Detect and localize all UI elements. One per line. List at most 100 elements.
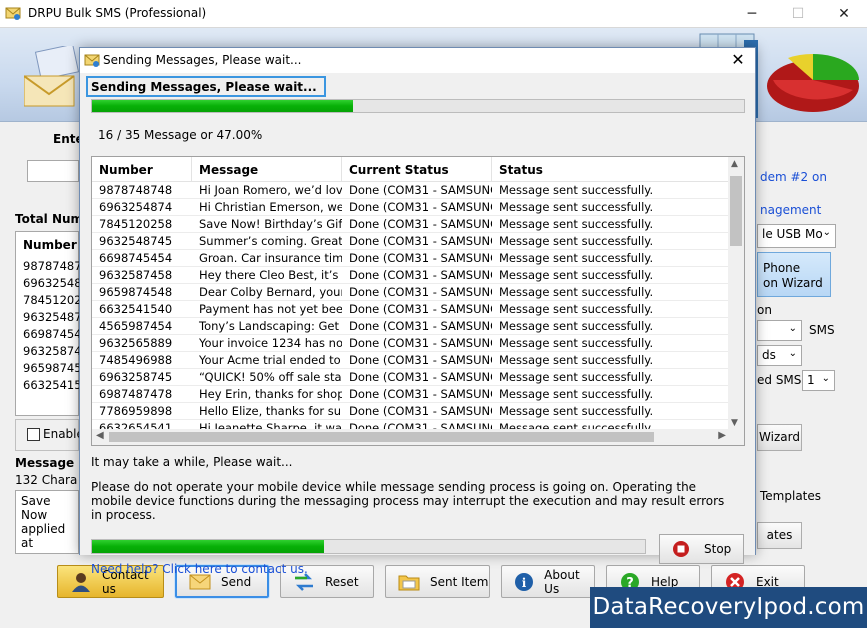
table-row[interactable]: 6963258745 “QUICK! 50% off sale sta Done (…: [92, 369, 730, 386]
cell-number: 9632565889: [99, 336, 173, 350]
list-item: 78451202: [23, 293, 82, 307]
table-header: Number Message Current Status Status: [92, 157, 730, 182]
maximize-button[interactable]: ☐: [775, 0, 821, 28]
cell-message: Dear Colby Bernard, your: [199, 285, 342, 299]
cell-current-status: Done (COM31 - SAMSUNG: [349, 183, 492, 197]
watermark-banner: DataRecoveryIpod.com: [590, 587, 867, 628]
cell-message: Hi Joan Romero, we’d love: [199, 183, 342, 197]
cell-status: Message sent successfully.: [499, 353, 654, 367]
cell-status: Message sent successfully.: [499, 200, 654, 214]
cell-current-status: Done (COM31 - SAMSUNG: [349, 302, 492, 316]
about-us-button[interactable]: i About Us: [501, 565, 595, 598]
close-button[interactable]: ✕: [821, 0, 867, 28]
phone-wizard-button[interactable]: Phone on Wizard: [757, 252, 831, 297]
table-row[interactable]: 9632587458 Hey there Cleo Best, it’s Done …: [92, 267, 730, 284]
vertical-scroll-thumb[interactable]: [730, 176, 742, 246]
scroll-up-icon[interactable]: ▲: [731, 159, 738, 169]
numbers-list[interactable]: Number 98787487 69632548 78451202 963254…: [15, 231, 82, 416]
table-row[interactable]: 6963254874 Hi Christian Emerson, we Done (…: [92, 199, 730, 216]
cell-current-status: Done (COM31 - SAMSUNG: [349, 387, 492, 401]
cell-message: Tony’s Landscaping: Get: [199, 319, 340, 333]
cell-number: 4565987454: [99, 319, 173, 333]
svg-text:i: i: [522, 576, 527, 590]
minimize-button[interactable]: ─: [729, 0, 775, 28]
bottom-progress-fill: [92, 540, 325, 553]
message-preview-line: Save Now: [21, 494, 51, 522]
wait-text: It may take a while, Please wait...: [91, 455, 293, 469]
window-title: DRPU Bulk SMS (Professional): [28, 6, 207, 20]
table-row[interactable]: 6632541540 Payment has not yet been Done (…: [92, 301, 730, 318]
table-row[interactable]: 9878748748 Hi Joan Romero, we’d love Done …: [92, 182, 730, 199]
table-row[interactable]: 9659874548 Dear Colby Bernard, your Done (…: [92, 284, 730, 301]
table-row[interactable]: 4565987454 Tony’s Landscaping: Get Done (…: [92, 318, 730, 335]
cell-message: Payment has not yet been: [199, 302, 342, 316]
enable-checkbox[interactable]: [27, 428, 40, 441]
management-link[interactable]: nagement: [760, 203, 821, 217]
scroll-left-icon[interactable]: ◀: [96, 430, 104, 441]
cell-status: Message sent successfully.: [499, 302, 654, 316]
phone-wizard-label: on Wizard: [763, 276, 823, 290]
sms-select[interactable]: ⌄: [757, 320, 802, 341]
scroll-down-icon[interactable]: ▼: [731, 418, 738, 428]
table-row[interactable]: 7485496988 Your Acme trial ended to Done (…: [92, 352, 730, 369]
cell-status: Message sent successfully.: [499, 336, 654, 350]
sent-item-button[interactable]: Sent Item: [385, 565, 490, 598]
cell-status: Message sent successfully.: [499, 319, 654, 333]
help-contact-link[interactable]: Need help? Click here to contact us.: [91, 562, 308, 576]
column-current-status[interactable]: Current Status: [342, 157, 492, 181]
scroll-right-icon[interactable]: ▶: [718, 430, 726, 441]
cell-message: Hi Christian Emerson, we: [199, 200, 342, 214]
app-icon: [84, 54, 100, 67]
enable-group: Enable: [15, 419, 84, 451]
wizard-button[interactable]: Wizard: [757, 424, 802, 451]
stop-button[interactable]: Stop: [659, 534, 744, 564]
cell-current-status: Done (COM31 - SAMSUNG: [349, 404, 492, 418]
sms-count-select[interactable]: 1 ⌄: [802, 370, 835, 391]
list-item: 66987454: [23, 327, 82, 341]
cell-number: 6987487478: [99, 387, 173, 401]
table-row[interactable]: 9632565889 Your invoice 1234 has not Done …: [92, 335, 730, 352]
cell-status: Message sent successfully.: [499, 268, 654, 282]
messages-table[interactable]: Number Message Current Status Status 987…: [91, 156, 745, 446]
about-us-label: About Us: [544, 567, 580, 596]
list-item: 66325415: [23, 378, 82, 392]
message-textarea[interactable]: Save Now applied at: [15, 490, 79, 554]
table-row[interactable]: 9632548745 Summer’s coming. Great Done (CO…: [92, 233, 730, 250]
column-number[interactable]: Number: [92, 157, 192, 181]
app-icon: [5, 7, 21, 20]
column-message[interactable]: Message: [192, 157, 342, 181]
horizontal-scrollbar[interactable]: ◀ ▶: [92, 429, 730, 445]
cell-number: 7786959898: [99, 404, 173, 418]
option-label: on: [757, 303, 772, 317]
chevron-down-icon: ⌄: [821, 373, 830, 384]
vertical-scrollbar[interactable]: ▲ ▼: [728, 157, 744, 430]
cell-status: Message sent successfully.: [499, 251, 654, 265]
info-icon: i: [514, 571, 534, 593]
modem-link[interactable]: dem #2 on: [760, 170, 827, 184]
sent-item-label: Sent Item: [430, 574, 489, 589]
table-row[interactable]: 6987487478 Hey Erin, thanks for shop Done …: [92, 386, 730, 403]
templates-button[interactable]: ates: [757, 522, 802, 549]
horizontal-scroll-thumb[interactable]: [109, 432, 654, 442]
cell-current-status: Done (COM31 - SAMSUNG: [349, 285, 492, 299]
table-row[interactable]: 6698745454 Groan. Car insurance time Done …: [92, 250, 730, 267]
bottom-progress-bar: [91, 539, 646, 554]
contact-icon: [70, 571, 92, 593]
message-count-text: 16 / 35 Message or 47.00%: [98, 128, 263, 142]
table-row[interactable]: 7786959898 Hello Elize, thanks for sub Don…: [92, 403, 730, 420]
device-select[interactable]: le USB Mo ⌄: [757, 224, 836, 248]
dialog-close-button[interactable]: ✕: [727, 49, 749, 71]
delay-select[interactable]: ds ⌄: [757, 345, 802, 366]
warning-text: Please do not operate your mobile device…: [91, 480, 725, 522]
sms-label: SMS: [809, 323, 835, 337]
table-row[interactable]: 7845120258 Save Now! Birthday’s Gift Done …: [92, 216, 730, 233]
cell-number: 9659874548: [99, 285, 173, 299]
cell-number: 9632548745: [99, 234, 173, 248]
enter-number-input[interactable]: [27, 160, 79, 182]
cell-message: “QUICK! 50% off sale sta: [199, 370, 342, 384]
cell-current-status: Done (COM31 - SAMSUNG: [349, 319, 492, 333]
cell-status: Message sent successfully.: [499, 217, 654, 231]
cell-message: Summer’s coming. Great: [199, 234, 342, 248]
cell-message: Your Acme trial ended to: [199, 353, 341, 367]
column-status[interactable]: Status: [492, 157, 730, 181]
